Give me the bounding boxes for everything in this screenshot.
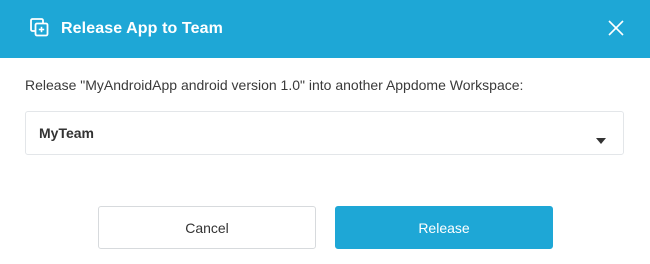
dialog-title: Release App to Team — [61, 20, 223, 37]
release-app-dialog: Release App to Team Release "MyAndroidAp… — [0, 0, 650, 264]
release-copy-icon — [30, 18, 49, 37]
dialog-header: Release App to Team — [0, 0, 650, 58]
close-icon[interactable] — [606, 18, 626, 38]
release-button[interactable]: Release — [335, 206, 553, 249]
cancel-button[interactable]: Cancel — [98, 206, 316, 249]
caret-down-icon — [596, 131, 606, 144]
team-select[interactable]: MyTeam — [25, 111, 624, 155]
team-select-value: MyTeam — [39, 125, 94, 141]
release-message: Release "MyAndroidApp android version 1.… — [25, 77, 524, 93]
